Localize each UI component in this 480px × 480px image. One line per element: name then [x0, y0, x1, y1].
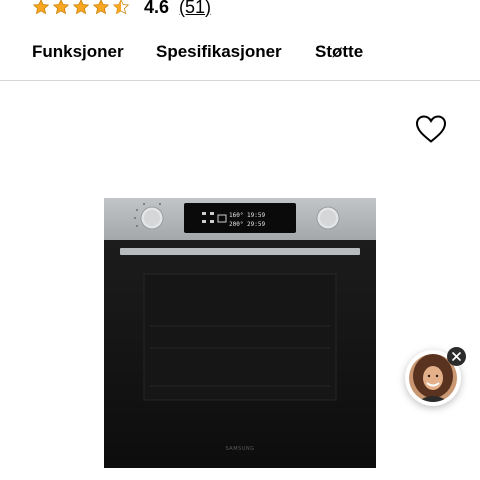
close-icon [452, 352, 461, 361]
tab-spesifikasjoner[interactable]: Spesifikasjoner [156, 42, 282, 62]
display-readout-2: 200° 29:59 [229, 221, 266, 228]
review-count-link[interactable]: (51) [179, 0, 211, 18]
heart-outline-icon[interactable] [414, 114, 448, 144]
tab-funksjoner[interactable]: Funksjoner [32, 42, 124, 62]
display-readout-1: 160° 19:59 [229, 212, 266, 219]
product-tabs: Funksjoner Spesifikasjoner Støtte [0, 34, 480, 81]
star-icon [92, 0, 110, 15]
rating-value: 4.6 [144, 0, 170, 17]
tab-stotte[interactable]: Støtte [315, 42, 363, 62]
star-icon [72, 0, 90, 15]
star-half-icon [112, 0, 130, 15]
right-knob [316, 206, 340, 230]
star-icon [32, 0, 50, 15]
product-image-oven: 160° 19:59 200° 29:59 SAMSUNG [104, 198, 376, 468]
left-knob [140, 206, 164, 230]
rating-summary: 4.6 (51) [32, 0, 211, 20]
star-rating [32, 0, 130, 16]
chat-close-button[interactable] [447, 347, 466, 366]
brand-logo: SAMSUNG [226, 446, 255, 452]
star-icon [52, 0, 70, 15]
